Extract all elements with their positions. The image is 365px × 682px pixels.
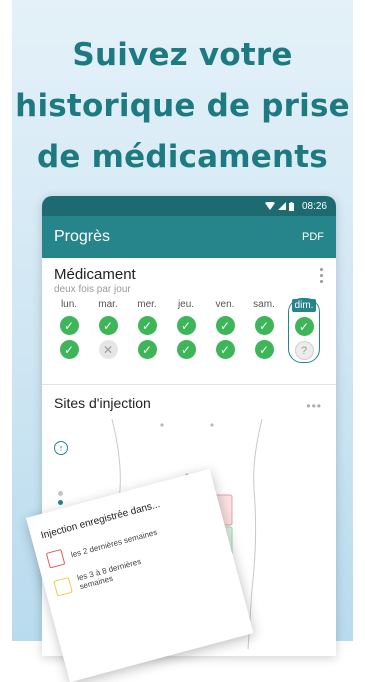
headline-line-3: de médicaments bbox=[37, 139, 328, 175]
check-icon[interactable]: ✓ bbox=[137, 316, 157, 335]
day-label: mar. bbox=[98, 299, 118, 310]
status-bar: 08:26 bbox=[42, 196, 336, 216]
medication-card: Médicament deux fois par jour lun. ✓ ✓ mar.… bbox=[42, 258, 336, 385]
status-time: 08:26 bbox=[301, 200, 327, 212]
more-vert-icon[interactable] bbox=[320, 268, 324, 286]
pdf-button[interactable]: PDF bbox=[302, 231, 324, 243]
status-icons bbox=[264, 201, 294, 211]
day-column[interactable]: sam. ✓ ✓ bbox=[249, 298, 279, 363]
pager-dot-active[interactable] bbox=[58, 500, 63, 505]
day-column[interactable]: jeu. ✓ ✓ bbox=[171, 298, 201, 363]
day-label: jeu. bbox=[177, 299, 195, 310]
day-column[interactable]: mar. ✓ ✕ bbox=[93, 298, 123, 363]
day-column[interactable]: mer. ✓ ✓ bbox=[132, 298, 162, 363]
check-icon[interactable]: ✓ bbox=[59, 340, 79, 359]
medication-name: Médicament bbox=[54, 266, 136, 283]
check-icon[interactable]: ✓ bbox=[215, 340, 235, 359]
check-icon[interactable]: ✓ bbox=[59, 316, 79, 335]
day-label: sam. bbox=[253, 299, 275, 310]
day-column[interactable]: ven. ✓ ✓ bbox=[210, 298, 240, 363]
check-icon[interactable]: ✓ bbox=[254, 340, 274, 359]
page-title: Progrès bbox=[54, 228, 111, 245]
injection-sites-title: Sites d'injection bbox=[54, 395, 151, 411]
missed-icon[interactable]: ✕ bbox=[98, 340, 118, 359]
day-label: lun. bbox=[60, 299, 78, 310]
day-label: ven. bbox=[215, 299, 235, 310]
headline: Suivez votre historique de prise de médi… bbox=[12, 30, 353, 183]
check-icon[interactable]: ✓ bbox=[137, 340, 157, 359]
check-icon[interactable]: ✓ bbox=[176, 340, 196, 359]
more-horiz-icon[interactable]: ••• bbox=[306, 399, 322, 413]
headline-line-2: historique de prise bbox=[15, 88, 350, 124]
app-bar: Progrès PDF bbox=[42, 216, 336, 258]
arrow-up-icon[interactable]: ↑ bbox=[54, 441, 68, 455]
day-label: dim. bbox=[291, 299, 317, 312]
headline-line-1: Suivez votre bbox=[72, 37, 293, 73]
check-icon[interactable]: ✓ bbox=[254, 316, 274, 335]
week-days: lun. ✓ ✓ mar. ✓ ✕ mer. ✓ ✓ jeu. ✓ ✓ ven. ✓ ✓ sam. ✓ ✓ dim.… bbox=[54, 298, 322, 363]
pending-icon[interactable]: ? bbox=[294, 341, 314, 360]
check-icon[interactable]: ✓ bbox=[98, 316, 118, 335]
day-label: mer. bbox=[137, 299, 157, 310]
legend-swatch-red bbox=[45, 548, 66, 569]
check-icon[interactable]: ✓ bbox=[176, 316, 196, 335]
legend-label: les 3 à 8 dernières semaines bbox=[76, 556, 143, 592]
legend-swatch-yellow bbox=[53, 576, 73, 597]
pager-dot[interactable] bbox=[58, 491, 63, 496]
battery-icon bbox=[288, 201, 294, 211]
signal-icon bbox=[277, 202, 286, 210]
legend-label: les 2 dernières semaines bbox=[69, 527, 159, 559]
day-column[interactable]: dim. ✓? bbox=[288, 298, 320, 363]
day-column[interactable]: lun. ✓ ✓ bbox=[54, 298, 84, 363]
check-icon[interactable]: ✓ bbox=[215, 316, 235, 335]
check-icon[interactable]: ✓ bbox=[294, 317, 314, 336]
injection-sites-card: Sites d'injection ••• ↑ bbox=[42, 385, 336, 649]
wifi-icon bbox=[264, 202, 275, 210]
medication-frequency: deux fois par jour bbox=[54, 284, 131, 295]
